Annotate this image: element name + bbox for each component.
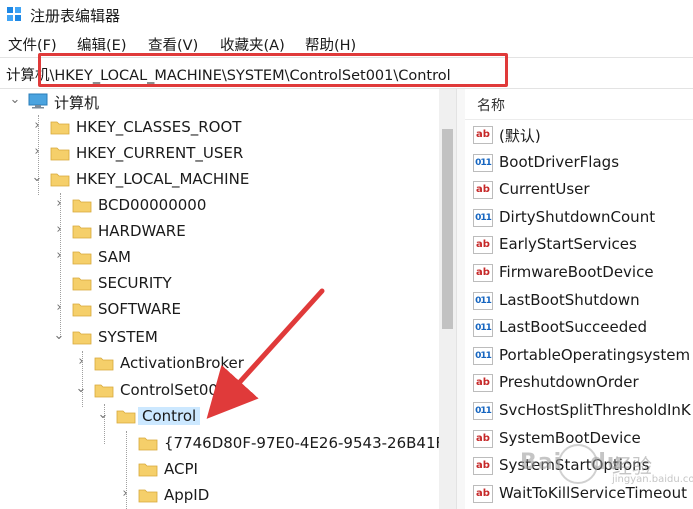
value-name: SvcHostSplitThresholdInK [499, 401, 691, 419]
folder-icon [72, 303, 92, 317]
computer-icon [28, 93, 48, 109]
chevron-right-icon[interactable]: › [118, 486, 132, 504]
tree-label: HKEY_LOCAL_MACHINE [76, 170, 250, 188]
value-name: SystemBootDevice [499, 428, 641, 447]
chevron-right-icon[interactable]: › [30, 118, 44, 136]
chevron-right-icon[interactable]: › [52, 222, 66, 240]
folder-icon [72, 331, 92, 345]
chevron-right-icon[interactable]: › [52, 196, 66, 214]
value-name: LastBootSucceeded [499, 318, 648, 337]
value-name: SystemStartOptions [499, 456, 650, 475]
value-name: PortableOperatingsystem [499, 345, 691, 364]
value-name: CurrentUser [499, 180, 590, 199]
tree-label: HKEY_CLASSES_ROOT [76, 118, 242, 136]
folder-icon [50, 121, 70, 135]
column-header-name[interactable]: 名称 [477, 95, 505, 115]
folder-icon [138, 489, 158, 503]
value-name: DirtyShutdownCount [499, 207, 656, 226]
folder-icon [72, 199, 92, 213]
folder-icon [50, 173, 70, 187]
chevron-down-icon[interactable]: ⌄ [96, 407, 110, 425]
registry-app-icon [7, 7, 21, 21]
string-value-icon: ab [473, 484, 493, 503]
folder-icon [94, 384, 114, 398]
value-name: (默认) [499, 127, 541, 145]
tree-label: SAM [98, 248, 132, 266]
value-name: PreshutdownOrder [499, 373, 639, 392]
title-bar: 注册表编辑器 [0, 0, 693, 30]
tree-label: BCD00000000 [98, 196, 207, 214]
value-name: FirmwareBootDevice [499, 263, 654, 281]
menu-file[interactable]: 文件(F) [8, 34, 57, 55]
address-highlight-box [38, 53, 508, 87]
tree-label: SOFTWARE [98, 300, 182, 318]
tree-label: ACPI [164, 460, 198, 478]
binary-value-icon: 011 [473, 291, 493, 310]
folder-icon [138, 437, 158, 451]
menu-help[interactable]: 帮助(H) [305, 34, 356, 55]
chevron-down-icon[interactable]: ⌄ [74, 381, 88, 399]
window-title: 注册表编辑器 [30, 7, 121, 25]
header-divider [465, 119, 693, 120]
string-value-icon: ab [473, 429, 493, 448]
folder-icon [94, 357, 114, 371]
binary-value-icon: 011 [473, 346, 493, 365]
menu-favorites[interactable]: 收藏夹(A) [220, 34, 285, 55]
tree-label: SYSTEM [98, 328, 158, 346]
value-name: EarlyStartServices [499, 235, 637, 254]
tree-label: HARDWARE [98, 222, 186, 240]
chevron-right-icon[interactable]: › [52, 248, 66, 266]
scrollbar-thumb[interactable] [442, 129, 453, 329]
binary-value-icon: 011 [473, 402, 493, 420]
tree-label: 计算机 [54, 94, 100, 112]
folder-icon [116, 410, 136, 424]
string-value-icon: ab [473, 181, 493, 200]
binary-value-icon: 011 [473, 208, 493, 227]
tree-label: SECURITY [98, 274, 172, 292]
chevron-down-icon[interactable]: ⌄ [30, 170, 44, 188]
values-pane: 名称 ab (默认) 011 BootDriverFlags ab CurrentUser… [465, 89, 693, 509]
tree-label: Control [138, 407, 201, 425]
menu-edit[interactable]: 编辑(E) [77, 34, 126, 55]
chevron-down-icon[interactable]: ⌄ [8, 92, 22, 110]
binary-value-icon: 011 [473, 319, 493, 338]
folder-icon [72, 277, 92, 291]
folder-icon [72, 225, 92, 239]
value-name: WaitToKillServiceTimeout [499, 483, 687, 502]
string-value-icon: ab [473, 126, 493, 144]
tree-label: {7746D80F-97E0-4E26-9543-26B41F [164, 434, 445, 452]
folder-icon [50, 147, 70, 161]
chevron-right-icon[interactable]: › [30, 144, 44, 162]
tree-label: HKEY_CURRENT_USER [76, 144, 244, 162]
value-name: BootDriverFlags [499, 152, 620, 171]
tree-label: ControlSet001 [120, 381, 228, 399]
string-value-icon: ab [473, 264, 493, 282]
string-value-icon: ab [473, 457, 493, 476]
binary-value-icon: 011 [473, 153, 493, 172]
string-value-icon: ab [473, 236, 493, 255]
string-value-icon: ab [473, 374, 493, 393]
value-name: LastBootShutdown [499, 290, 640, 309]
chevron-down-icon[interactable]: ⌄ [52, 328, 66, 346]
chevron-right-icon[interactable]: › [74, 354, 88, 372]
menu-view[interactable]: 查看(V) [148, 34, 198, 55]
tree-scrollbar[interactable] [439, 89, 456, 509]
tree-label: AppID [164, 486, 210, 504]
tree-label: ActivationBroker [120, 354, 244, 372]
folder-icon [72, 251, 92, 265]
chevron-right-icon[interactable]: › [52, 300, 66, 318]
folder-icon [138, 463, 158, 477]
key-tree-pane: ⌄ 计算机 › HKEY_CLASSES_ROOT › HKEY_CURRENT_US… [0, 89, 456, 509]
